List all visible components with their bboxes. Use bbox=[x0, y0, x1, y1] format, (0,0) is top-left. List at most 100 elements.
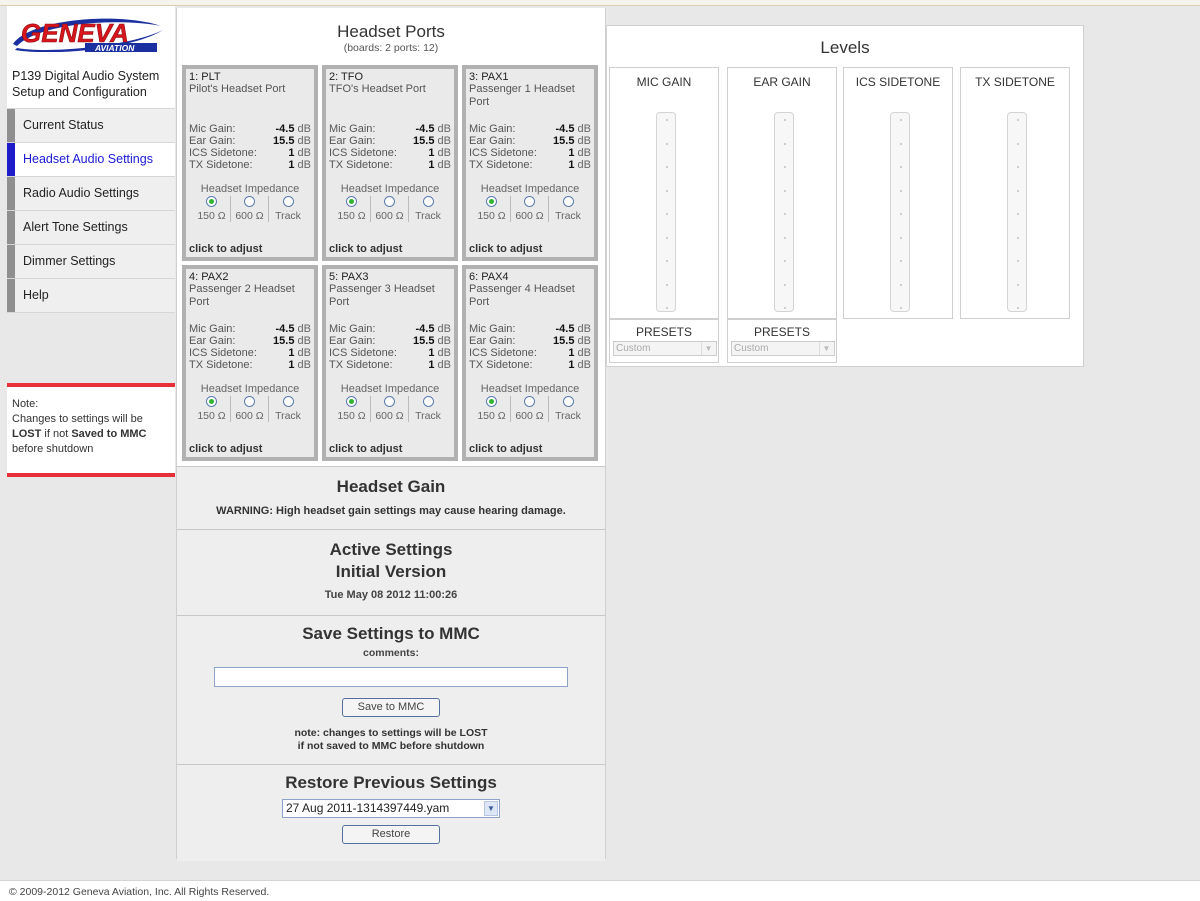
logo[interactable]: GENEVA AVIATION bbox=[7, 6, 175, 62]
slider-tick bbox=[1017, 189, 1019, 192]
port-id: 1: PLT bbox=[189, 71, 221, 83]
product-title: P139 Digital Audio System Setup and Conf… bbox=[7, 62, 175, 108]
note-label: Note bbox=[12, 398, 36, 410]
headset-port-card[interactable]: 6: PAX4 Passenger 4 Headset Port Mic Gain:… bbox=[462, 265, 598, 461]
impedance-radio[interactable] bbox=[486, 196, 497, 207]
impedance-radio[interactable] bbox=[384, 196, 395, 207]
save-note-line1: note: changes to settings will be LOST bbox=[294, 727, 488, 739]
ear-presets-label: PRESETS bbox=[753, 325, 810, 339]
ear-gain-row: Ear Gain: 15.5 dB bbox=[469, 135, 591, 147]
comments-input[interactable] bbox=[214, 667, 568, 687]
ics-sidetone-value: 1 dB bbox=[288, 147, 311, 159]
chevron-down-icon[interactable]: ▼ bbox=[701, 342, 715, 355]
impedance-option: Track bbox=[549, 196, 587, 222]
impedance-group: Headset Impedance 150 Ω 600 Ω Track bbox=[466, 383, 594, 422]
slider-tick bbox=[1017, 260, 1019, 262]
impedance-option: Track bbox=[269, 196, 307, 222]
impedance-label: Headset Impedance bbox=[200, 383, 300, 395]
restore-file-select[interactable]: 27 Aug 2011-1314397449.yam ▼ bbox=[282, 799, 500, 818]
headset-port-card[interactable]: 5: PAX3 Passenger 3 Headset Port Mic Gain:… bbox=[322, 265, 458, 461]
ear-presets-select[interactable]: Custom ▼ bbox=[731, 341, 835, 356]
click-to-adjust-link[interactable]: click to adjust bbox=[189, 243, 262, 255]
port-name: Pilot's Headset Port bbox=[189, 83, 286, 95]
impedance-label: Headset Impedance bbox=[480, 383, 580, 395]
impedance-option-label: 150 Ω bbox=[477, 410, 506, 422]
sidebar-item-headset-audio-settings[interactable]: Headset Audio Settings bbox=[7, 142, 175, 176]
impedance-radio[interactable] bbox=[524, 396, 535, 407]
impedance-radio[interactable] bbox=[422, 196, 434, 207]
tx-sidetone-label: TX Sidetone: bbox=[329, 359, 393, 371]
impedance-radio[interactable] bbox=[282, 196, 294, 207]
tx-sidetone-label: TX Sidetone: bbox=[189, 359, 253, 371]
click-to-adjust-link[interactable]: click to adjust bbox=[469, 243, 542, 255]
sidebar-item-current-status[interactable]: Current Status bbox=[7, 108, 175, 142]
ics-sidetone-label: ICS Sidetone: bbox=[189, 147, 257, 159]
impedance-radio[interactable] bbox=[244, 196, 255, 207]
impedance-radio[interactable] bbox=[486, 396, 497, 407]
impedance-radios: 150 Ω 600 Ω Track bbox=[326, 196, 454, 222]
click-to-adjust-link[interactable]: click to adjust bbox=[189, 443, 262, 455]
sidebar-item-radio-audio-settings[interactable]: Radio Audio Settings bbox=[7, 176, 175, 210]
ear-presets: PRESETS Custom ▼ bbox=[727, 319, 837, 363]
impedance-radio[interactable] bbox=[562, 396, 574, 407]
ear-gain-value: 15.5 dB bbox=[413, 135, 451, 147]
ear-gain-value: 15.5 dB bbox=[553, 335, 591, 347]
ear-gain-label: Ear Gain: bbox=[469, 335, 516, 347]
ics-sidetone-label: ICS Sidetone: bbox=[189, 347, 257, 359]
impedance-radio[interactable] bbox=[206, 196, 217, 207]
sidebar-item-dimmer-settings[interactable]: Dimmer Settings bbox=[7, 244, 175, 278]
headset-port-card[interactable]: 3: PAX1 Passenger 1 Headset Port Mic Gain:… bbox=[462, 65, 598, 261]
mic-gain-value: -4.5 dB bbox=[555, 323, 592, 335]
slider-tick bbox=[900, 166, 902, 168]
impedance-radio[interactable] bbox=[244, 396, 255, 407]
slider-tick bbox=[900, 307, 902, 309]
click-to-adjust-link[interactable]: click to adjust bbox=[329, 243, 402, 255]
slider-tick bbox=[1017, 142, 1019, 145]
mic-gain-slider[interactable] bbox=[656, 112, 676, 312]
port-id: 5: PAX3 bbox=[329, 271, 369, 283]
impedance-radio[interactable] bbox=[422, 396, 434, 407]
impedance-radio[interactable] bbox=[282, 396, 294, 407]
port-name: Passenger 2 Headset Port bbox=[189, 283, 295, 308]
tx-sidetone-value: 1 dB bbox=[568, 359, 591, 371]
note-lost: LOST bbox=[12, 428, 42, 440]
ear-gain-label: Ear Gain: bbox=[189, 135, 236, 147]
impedance-group: Headset Impedance 150 Ω 600 Ω Track bbox=[326, 183, 454, 222]
impedance-option: 150 Ω bbox=[333, 396, 371, 422]
sidebar-item-alert-tone-settings[interactable]: Alert Tone Settings bbox=[7, 210, 175, 244]
impedance-option-label: 600 Ω bbox=[235, 210, 264, 222]
port-id: 3: PAX1 bbox=[469, 71, 509, 83]
save-to-mmc-button[interactable]: Save to MMC bbox=[342, 698, 440, 717]
mic-gain-value: -4.5 dB bbox=[275, 323, 312, 335]
sidebar-item-help[interactable]: Help bbox=[7, 278, 175, 312]
sidebar: GENEVA AVIATION P139 Digital Audio Syste… bbox=[7, 6, 175, 880]
tx-sidetone-slider[interactable] bbox=[1007, 112, 1027, 312]
headset-port-card[interactable]: 1: PLT Pilot's Headset Port Mic Gain: -4.5 … bbox=[182, 65, 318, 261]
headset-port-card[interactable]: 2: TFO TFO's Headset Port Mic Gain: -4.5 dB… bbox=[322, 65, 458, 261]
restore-button[interactable]: Restore bbox=[342, 825, 440, 844]
click-to-adjust-link[interactable]: click to adjust bbox=[469, 443, 542, 455]
impedance-radio[interactable] bbox=[524, 196, 535, 207]
slider-tick bbox=[666, 213, 668, 215]
ics-sidetone-label: ICS Sidetone: bbox=[329, 347, 397, 359]
ear-gain-slider[interactable] bbox=[774, 112, 794, 312]
ics-sidetone-slider[interactable] bbox=[890, 112, 910, 312]
mic-presets-select[interactable]: Custom ▼ bbox=[613, 341, 717, 356]
chevron-down-icon[interactable]: ▼ bbox=[484, 801, 498, 816]
mic-gain-value: -4.5 dB bbox=[415, 323, 452, 335]
slider-tick bbox=[784, 213, 786, 215]
impedance-option-label: 150 Ω bbox=[337, 210, 366, 222]
ear-gain-value: 15.5 dB bbox=[273, 135, 311, 147]
headset-port-card[interactable]: 4: PAX2 Passenger 2 Headset Port Mic Gain:… bbox=[182, 265, 318, 461]
impedance-radio[interactable] bbox=[206, 396, 217, 407]
impedance-radio[interactable] bbox=[346, 396, 357, 407]
impedance-radio[interactable] bbox=[562, 196, 574, 207]
ear-gain-label: Ear Gain: bbox=[329, 335, 376, 347]
impedance-radio[interactable] bbox=[384, 396, 395, 407]
chevron-down-icon[interactable]: ▼ bbox=[819, 342, 833, 355]
ear-gain-label: EAR GAIN bbox=[753, 75, 811, 89]
click-to-adjust-link[interactable]: click to adjust bbox=[329, 443, 402, 455]
tx-sidetone-label: TX Sidetone: bbox=[469, 359, 533, 371]
impedance-option-label: 150 Ω bbox=[197, 210, 226, 222]
impedance-radio[interactable] bbox=[346, 196, 357, 207]
